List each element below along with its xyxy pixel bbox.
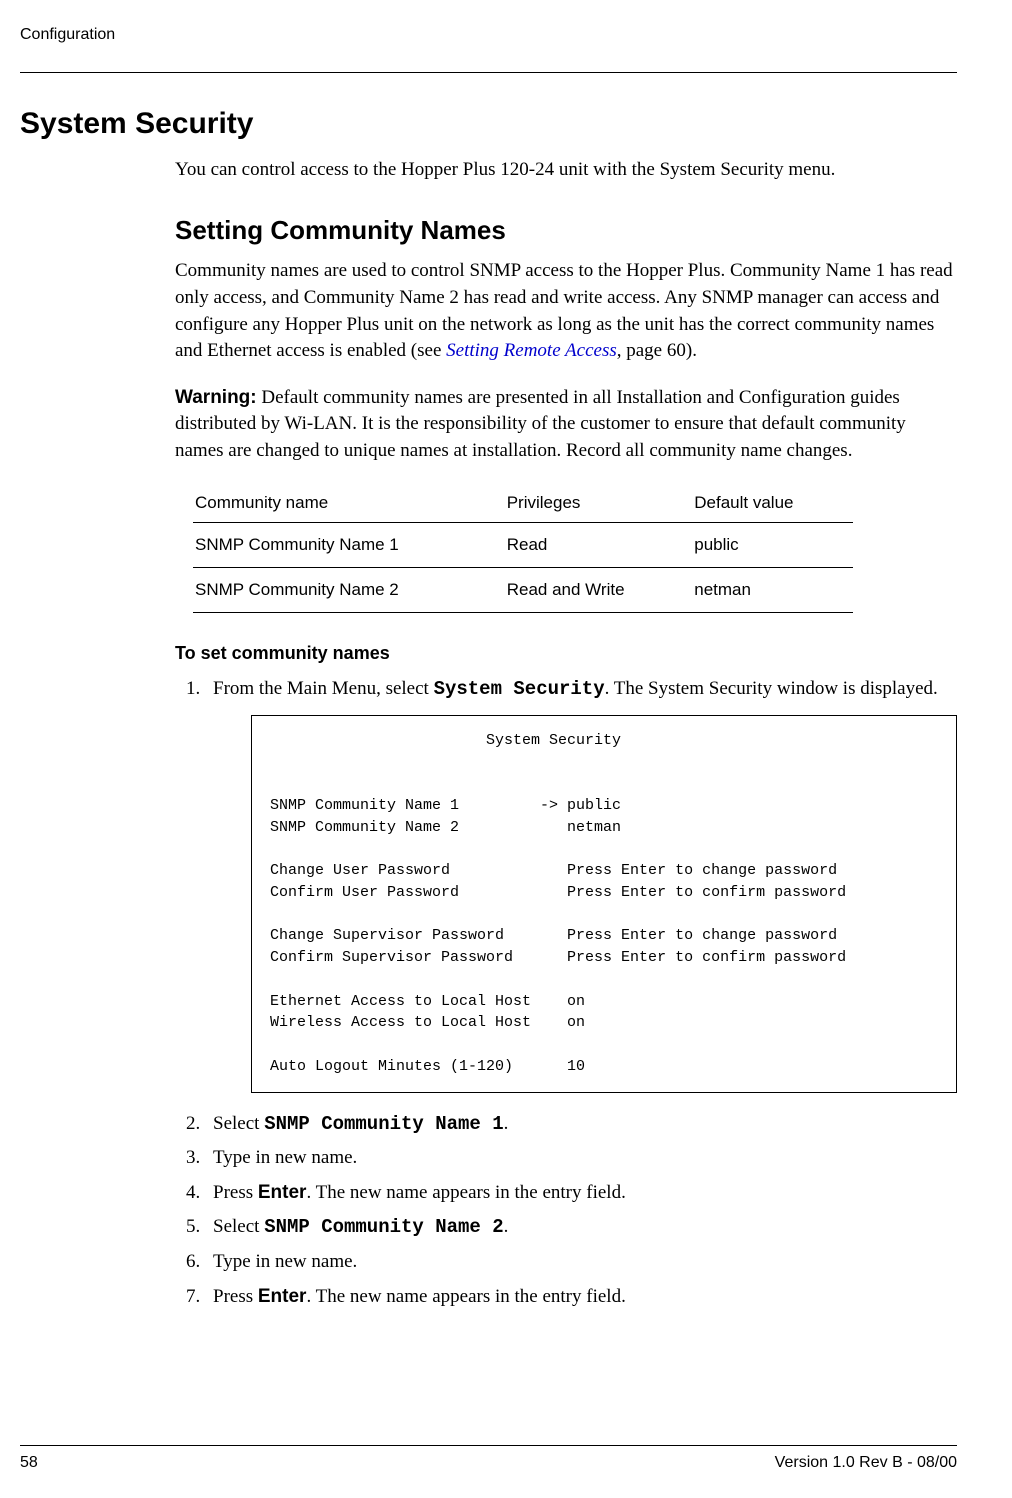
cell: SNMP Community Name 2 (193, 568, 505, 613)
step-1: From the Main Menu, select System Securi… (205, 676, 957, 1093)
warning-text: Default community names are presented in… (175, 387, 906, 461)
page-number: 58 (20, 1452, 38, 1474)
setting-remote-access-link[interactable]: Setting Remote Access (446, 340, 617, 361)
step1-b: . The System Security window is displaye… (605, 678, 938, 699)
community-description: Community names are used to control SNMP… (175, 258, 957, 364)
table-row: SNMP Community Name 2 Read and Write net… (193, 568, 853, 613)
page-title: System Security (20, 103, 957, 145)
table-row: SNMP Community Name 1 Read public (193, 523, 853, 568)
th-privileges: Privileges (505, 485, 693, 523)
table-header-row: Community name Privileges Default value (193, 485, 853, 523)
header-section: Configuration (20, 24, 957, 46)
cell: SNMP Community Name 1 (193, 523, 505, 568)
cell: Read and Write (505, 568, 693, 613)
subsection-title: Setting Community Names (175, 212, 957, 248)
version-string: Version 1.0 Rev B - 08/00 (775, 1452, 957, 1474)
cell: public (692, 523, 853, 568)
header-rule (20, 72, 957, 73)
step4-b: . The new name appears in the entry fiel… (306, 1182, 625, 1203)
step7-bold: Enter (258, 1286, 307, 1307)
warning-label: Warning: (175, 387, 257, 408)
step2-a: Select (213, 1113, 264, 1134)
step-4: Press Enter. The new name appears in the… (205, 1180, 957, 1207)
step-5: Select SNMP Community Name 2. (205, 1214, 957, 1241)
step2-b: . (504, 1113, 509, 1134)
step-6: Type in new name. (205, 1249, 957, 1276)
step1-a: From the Main Menu, select (213, 678, 434, 699)
procedure-steps: From the Main Menu, select System Securi… (175, 676, 957, 1310)
page-footer: 58 Version 1.0 Rev B - 08/00 (20, 1445, 957, 1474)
procedure-title: To set community names (175, 641, 957, 666)
privileges-table: Community name Privileges Default value … (193, 485, 853, 613)
step7-a: Press (213, 1286, 258, 1307)
warning-paragraph: Warning: Default community names are pre… (175, 385, 957, 465)
step7-b: . The new name appears in the entry fiel… (306, 1286, 625, 1307)
step5-b: . (504, 1216, 509, 1237)
step5-mono: SNMP Community Name 2 (264, 1216, 503, 1238)
step4-a: Press (213, 1182, 258, 1203)
th-default: Default value (692, 485, 853, 523)
terminal-window: System Security SNMP Community Name 1 ->… (251, 715, 957, 1093)
th-community: Community name (193, 485, 505, 523)
cell: netman (692, 568, 853, 613)
step-3: Type in new name. (205, 1145, 957, 1172)
cell: Read (505, 523, 693, 568)
step-2: Select SNMP Community Name 1. (205, 1111, 957, 1138)
intro-paragraph: You can control access to the Hopper Plu… (175, 157, 957, 184)
step2-mono: SNMP Community Name 1 (264, 1113, 503, 1135)
step5-a: Select (213, 1216, 264, 1237)
para1-b: , page 60). (617, 340, 697, 361)
step-7: Press Enter. The new name appears in the… (205, 1284, 957, 1311)
step4-bold: Enter (258, 1182, 307, 1203)
step1-mono: System Security (434, 678, 605, 700)
